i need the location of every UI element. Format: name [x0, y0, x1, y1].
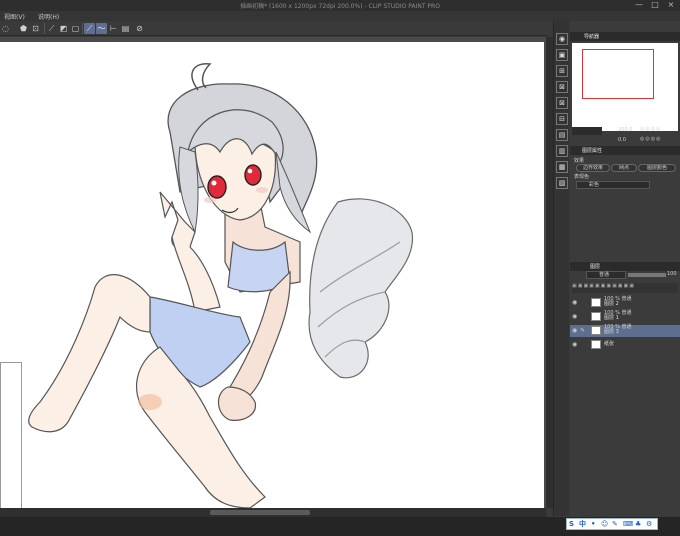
- emoji-icon[interactable]: ☺: [601, 520, 608, 529]
- vertical-scrollbar[interactable]: [546, 37, 553, 508]
- floating-sub-window[interactable]: [0, 362, 22, 508]
- material-icon[interactable]: ▤: [556, 129, 568, 141]
- skin-icon[interactable]: ♣: [635, 520, 641, 529]
- layer-row[interactable]: ◉ 100 % 普通 图层 1: [570, 311, 680, 323]
- drawing-canvas[interactable]: [0, 42, 544, 508]
- visibility-eye-icon[interactable]: ◉: [572, 299, 577, 306]
- ime-toolbar[interactable]: S 中 • ☺ ✎ ⌨ ♣ ⚙: [566, 518, 658, 530]
- canvas-area[interactable]: [0, 37, 546, 510]
- fill-icon[interactable]: ⬟: [18, 23, 29, 34]
- ime-mode[interactable]: 中: [579, 520, 586, 529]
- edit-pen-icon: ✎: [580, 327, 586, 334]
- tone-button[interactable]: 网点: [611, 164, 637, 172]
- reference-icon[interactable]: ⊘: [134, 23, 145, 34]
- zoom-icon[interactable]: ◉: [556, 33, 568, 45]
- angle-value[interactable]: 0.0: [618, 137, 626, 143]
- crop-icon[interactable]: ⟋: [46, 23, 57, 34]
- layer-row-selected[interactable]: ◉ ✎ 100 % 普通 图层 3: [570, 325, 680, 337]
- menu-bar: 视图(V) 说明(H): [0, 11, 680, 21]
- library-icon[interactable]: ▥: [556, 145, 568, 157]
- layer-thumbnail: [591, 298, 601, 307]
- menu-help[interactable]: 说明(H): [38, 12, 59, 21]
- visibility-eye-icon[interactable]: ◉: [572, 327, 577, 334]
- punctuation-icon[interactable]: •: [591, 520, 595, 529]
- visibility-eye-icon[interactable]: ◉: [572, 313, 577, 320]
- expression-color-label: 表现色: [574, 174, 590, 180]
- layer-property-tabs: 图层属性: [570, 146, 680, 155]
- menu-view[interactable]: 视图(V): [4, 12, 25, 21]
- layer-icon[interactable]: ▤: [120, 23, 131, 34]
- opacity-value[interactable]: 100: [667, 271, 677, 277]
- tab-layer[interactable]: 图层: [590, 263, 600, 270]
- transform-icon[interactable]: ◌: [0, 23, 11, 34]
- layer-thumbnail: [591, 312, 601, 321]
- layer-name[interactable]: 图层 2: [604, 302, 619, 307]
- layer-row[interactable]: ◉ 100 % 普通 图层 2: [570, 297, 680, 309]
- opacity-slider[interactable]: [628, 273, 666, 277]
- face: [194, 136, 277, 221]
- tab-layer-property[interactable]: 图层属性: [582, 147, 602, 154]
- layer-thumbnail: [591, 340, 601, 349]
- navigator-tabs: 导航器: [570, 32, 680, 41]
- layer-prop-icon[interactable]: ⊠: [556, 97, 568, 109]
- sub-view-icon[interactable]: ⊞: [556, 65, 568, 77]
- layer-name[interactable]: 图层 3: [604, 330, 619, 335]
- character-illustration: [28, 63, 414, 508]
- blend-mode-select[interactable]: 普通: [586, 271, 626, 279]
- title-bar: 插画初稿* (1600 x 1200px 72dpi 200.0%) - CLI…: [0, 0, 680, 11]
- zoom-value[interactable]: 200.0: [618, 127, 632, 133]
- timeline-icon[interactable]: ▦: [556, 161, 568, 173]
- horizontal-scroll-thumb[interactable]: [210, 510, 310, 515]
- selection-icon[interactable]: ⊡: [30, 23, 41, 34]
- stroke-icon[interactable]: ◩: [58, 23, 69, 34]
- layer-toolbar[interactable]: ▣▣▣▣▣▣▣▣▣▣▣: [572, 283, 678, 293]
- close-button[interactable]: ×: [666, 1, 676, 10]
- command-toolbar: ◌ ⬟ ⊡ ⟋ ◩ ▢ ⟋ 〜 ⊢ ▤ ⊘: [0, 21, 548, 36]
- navigator-icon[interactable]: ▣: [556, 49, 568, 61]
- border-effect-button[interactable]: 边界效果: [576, 164, 610, 172]
- expression-color-select[interactable]: 彩色: [576, 181, 650, 189]
- layer-name[interactable]: 纸张: [604, 342, 614, 347]
- rotate-buttons[interactable]: ◎◎◎◎: [640, 136, 661, 142]
- color-icon[interactable]: ⊠: [556, 81, 568, 93]
- angel-wing: [308, 198, 414, 379]
- layer-row[interactable]: ◉ 纸张: [570, 339, 680, 351]
- info-icon[interactable]: ▧: [556, 177, 568, 189]
- layer-color-button[interactable]: 图层颜色: [638, 164, 676, 172]
- effect-label: 效果: [574, 158, 585, 164]
- zoom-slider[interactable]: [572, 127, 602, 135]
- pen-icon[interactable]: ✎: [612, 520, 618, 529]
- window-title: 插画初稿* (1600 x 1200px 72dpi 200.0%) - CLI…: [240, 3, 440, 10]
- ruler-icon[interactable]: ⊢: [108, 23, 119, 34]
- layer-name[interactable]: 图层 1: [604, 316, 619, 321]
- layer-thumbnail: [591, 326, 601, 335]
- frame-icon[interactable]: ▢: [70, 23, 81, 34]
- leg-raised: [28, 274, 151, 433]
- minimize-button[interactable]: —: [634, 1, 644, 10]
- panel-icon-column: ◉ ▣ ⊞ ⊠ ⊠ ⊟ ▤ ▥ ▦ ▧: [553, 21, 569, 516]
- keyboard-icon[interactable]: ⌨: [623, 520, 633, 529]
- navigator-preview[interactable]: [572, 43, 678, 131]
- ime-logo-icon[interactable]: S: [569, 520, 574, 529]
- history-icon[interactable]: ⊟: [556, 113, 568, 125]
- tab-navigator[interactable]: 导航器: [584, 33, 599, 40]
- settings-icon[interactable]: ⚙: [646, 520, 652, 529]
- horizontal-scrollbar[interactable]: [0, 508, 546, 517]
- clip-studio-window: 插画初稿* (1600 x 1200px 72dpi 200.0%) - CLI…: [0, 0, 680, 536]
- visibility-eye-icon[interactable]: ◉: [572, 341, 577, 348]
- maximize-button[interactable]: □: [650, 1, 660, 10]
- layer-panel-tabs: 图层: [570, 262, 680, 271]
- zoom-buttons[interactable]: ◎◎◎◎: [640, 126, 661, 132]
- brush-icon[interactable]: 〜: [96, 23, 107, 34]
- navigator-view-frame[interactable]: [582, 49, 654, 99]
- pen-icon[interactable]: ⟋: [84, 23, 95, 34]
- right-panel: 导航器 200.0 ◎◎◎◎ 0.0 ◎◎◎◎ 图层属性 效果 边界效果 网点 …: [570, 21, 680, 516]
